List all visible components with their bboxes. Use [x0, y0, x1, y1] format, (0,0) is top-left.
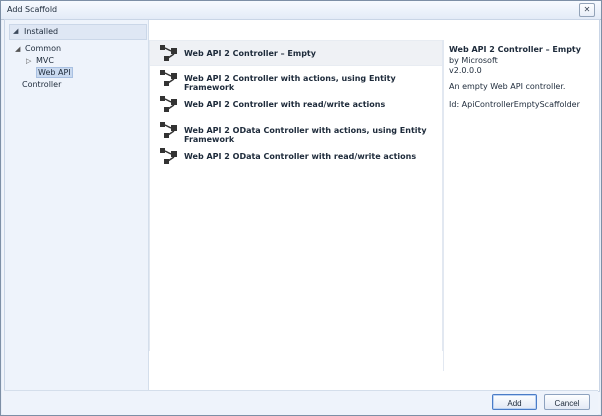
tree-item-label: MVC	[36, 56, 54, 65]
controller-scaffold-icon	[160, 70, 177, 86]
installed-label: Installed	[24, 27, 59, 36]
details-id: Id: ApiControllerEmptyScaffolder	[449, 100, 580, 109]
title-bar: Add Scaffold ✕	[1, 1, 601, 20]
controller-scaffold-icon	[160, 122, 177, 138]
expanded-arrow-icon: ◢	[15, 45, 21, 53]
scaffold-item[interactable]: Web API 2 Controller – Empty	[150, 40, 442, 66]
scaffold-item-label: Web API 2 OData Controller with read/wri…	[184, 152, 417, 161]
dialog-window: Add Scaffold ✕ ◢ Installed ◢ Common ▷ MVC …	[0, 0, 602, 416]
scaffold-item-label: Web API 2 OData Controller with actions,…	[184, 126, 427, 144]
collapse-arrow-icon: ◢	[13, 27, 19, 35]
controller-scaffold-icon	[160, 45, 177, 61]
dialog-content: ◢ Installed ◢ Common ▷ MVC Web API Control…	[4, 19, 600, 392]
tree-item-label: Common	[25, 44, 62, 53]
tree-item-web-api[interactable]: Web API	[36, 67, 73, 78]
scaffold-item[interactable]: Web API 2 Controller with actions, using…	[150, 66, 442, 92]
category-tree-panel: ◢ Installed ◢ Common ▷ MVC Web API Control…	[5, 20, 149, 391]
controller-scaffold-icon	[160, 148, 177, 164]
scaffold-item[interactable]: Web API 2 OData Controller with actions,…	[150, 118, 442, 144]
close-icon: ✕	[583, 5, 591, 14]
details-author: by Microsoft	[449, 56, 498, 65]
controller-scaffold-icon	[160, 96, 177, 112]
collapsed-arrow-icon: ▷	[26, 57, 32, 65]
scaffold-item-label: Web API 2 Controller – Empty	[184, 49, 316, 58]
installed-header[interactable]: ◢ Installed	[9, 24, 147, 40]
scaffold-item-label: Web API 2 Controller with read/write act…	[184, 100, 386, 109]
dialog-title: Add Scaffold	[7, 5, 58, 14]
scaffold-list: Web API 2 Controller – Empty Web API 2 C…	[149, 40, 443, 351]
tree-item-label: Web API	[36, 67, 73, 78]
details-panel: Web API 2 Controller – Empty by Microsof…	[443, 40, 598, 371]
scaffold-item[interactable]: Web API 2 OData Controller with read/wri…	[150, 144, 442, 168]
close-button[interactable]: ✕	[579, 3, 595, 17]
tree-item-common[interactable]: ◢ Common	[15, 43, 61, 54]
tree-item-controller[interactable]: Controller	[22, 79, 61, 90]
scaffold-item[interactable]: Web API 2 Controller with read/write act…	[150, 92, 442, 116]
details-version: v2.0.0.0	[449, 66, 482, 75]
scaffold-item-label: Web API 2 Controller with actions, using…	[184, 74, 396, 92]
cancel-button[interactable]: Cancel	[544, 394, 590, 410]
dialog-footer: Add Cancel	[4, 390, 598, 415]
details-title: Web API 2 Controller – Empty	[449, 45, 581, 54]
details-description: An empty Web API controller.	[449, 82, 566, 91]
tree-item-label: Controller	[22, 80, 62, 89]
tree-item-mvc[interactable]: ▷ MVC	[26, 55, 54, 66]
add-button[interactable]: Add	[492, 394, 537, 410]
